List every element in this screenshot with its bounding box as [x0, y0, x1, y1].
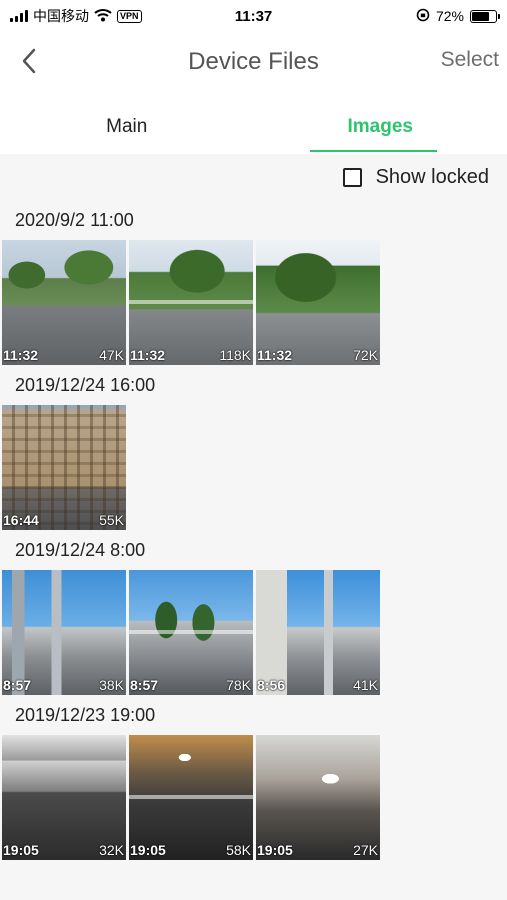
thumbnail-time: 11:32 — [130, 347, 166, 363]
chevron-left-icon — [22, 48, 36, 74]
thumbnail-time: 8:56 — [257, 677, 286, 693]
group-date-header: 2020/9/2 11:00 — [15, 209, 134, 230]
tab-bar: Main Images — [0, 92, 507, 154]
image-thumbnail[interactable]: 19:05 58K — [129, 735, 253, 860]
thumbnail-time: 11:32 — [3, 347, 39, 363]
nav-bar: Device Files Select — [0, 32, 507, 92]
image-thumbnail[interactable]: 19:05 27K — [256, 735, 380, 860]
group-date-header: 2019/12/24 8:00 — [15, 539, 146, 560]
status-bar: 中国移动 VPN 11:37 72% — [0, 0, 507, 32]
thumbnail-divider — [129, 300, 253, 304]
group-date-header: 2019/12/23 19:00 — [15, 704, 156, 725]
thumbnail-size: 118K — [219, 347, 251, 363]
image-thumbnail[interactable]: 11:32 47K — [2, 240, 126, 365]
thumbnail-time: 19:05 — [130, 842, 166, 858]
status-bar-left: 中国移动 VPN — [10, 6, 142, 26]
signal-icon — [10, 10, 28, 22]
thumbnail-time: 16:44 — [3, 512, 39, 528]
wifi-icon — [94, 8, 112, 25]
thumbnail-time: 19:05 — [3, 842, 39, 858]
image-thumbnail[interactable]: 11:32 72K — [256, 240, 380, 365]
device-files-screen: 中国移动 VPN 11:37 72% Device Files Select M… — [0, 0, 507, 900]
thumbnail-size: 32K — [99, 842, 124, 858]
thumbnail-time: 8:57 — [3, 677, 32, 693]
group-date-header: 2019/12/24 16:00 — [15, 374, 156, 395]
image-thumbnail[interactable]: 8:57 78K — [129, 570, 253, 695]
image-list: 2020/9/2 11:00 11:32 47K 11:32 118K 11:32 72K 2… — [0, 200, 507, 860]
tab-images[interactable]: Images — [254, 92, 507, 154]
page-title: Device Files — [188, 48, 319, 75]
thumbnail-size: 78K — [226, 677, 251, 693]
image-thumbnail[interactable]: 19:05 32K — [2, 735, 126, 860]
carrier-label: 中国移动 — [33, 8, 89, 24]
thumbnail-size: 41K — [353, 677, 378, 693]
battery-percent: 72% — [435, 8, 464, 24]
show-locked-checkbox[interactable] — [342, 167, 362, 187]
thumbnail-size: 38K — [99, 677, 124, 693]
tab-main[interactable]: Main — [0, 92, 254, 154]
thumbnail-time: 8:57 — [130, 677, 159, 693]
thumbnail-divider — [129, 630, 253, 634]
battery-icon — [470, 9, 500, 23]
thumbnail-divider — [129, 795, 253, 799]
thumbnail-row: 8:57 38K 8:57 78K 8:56 41K — [0, 570, 507, 695]
thumbnail-time: 19:05 — [257, 842, 293, 858]
image-thumbnail[interactable]: 8:57 38K — [2, 570, 126, 695]
thumbnail-time: 11:32 — [257, 347, 293, 363]
thumbnail-row: 16:44 55K — [0, 405, 507, 530]
thumbnail-row: 19:05 32K 19:05 58K 19:05 27K — [0, 735, 507, 860]
select-button[interactable]: Select — [441, 48, 499, 72]
back-button[interactable] — [14, 46, 44, 76]
vpn-badge: VPN — [117, 9, 142, 23]
thumbnail-size: 27K — [353, 842, 378, 858]
show-locked-label[interactable]: Show locked — [376, 166, 489, 189]
image-thumbnail[interactable]: 8:56 41K — [256, 570, 380, 695]
thumbnail-row: 11:32 47K 11:32 118K 11:32 72K — [0, 240, 507, 365]
rotation-lock-icon — [416, 8, 430, 25]
thumbnail-size: 58K — [226, 842, 251, 858]
thumbnail-size: 47K — [99, 347, 124, 363]
filter-row: Show locked — [0, 154, 507, 200]
status-bar-right: 72% — [416, 8, 500, 25]
battery-fill — [472, 11, 489, 21]
image-thumbnail[interactable]: 11:32 118K — [129, 240, 253, 365]
thumbnail-size: 55K — [99, 512, 124, 528]
image-thumbnail[interactable]: 16:44 55K — [2, 405, 126, 530]
thumbnail-size: 72K — [353, 347, 378, 363]
